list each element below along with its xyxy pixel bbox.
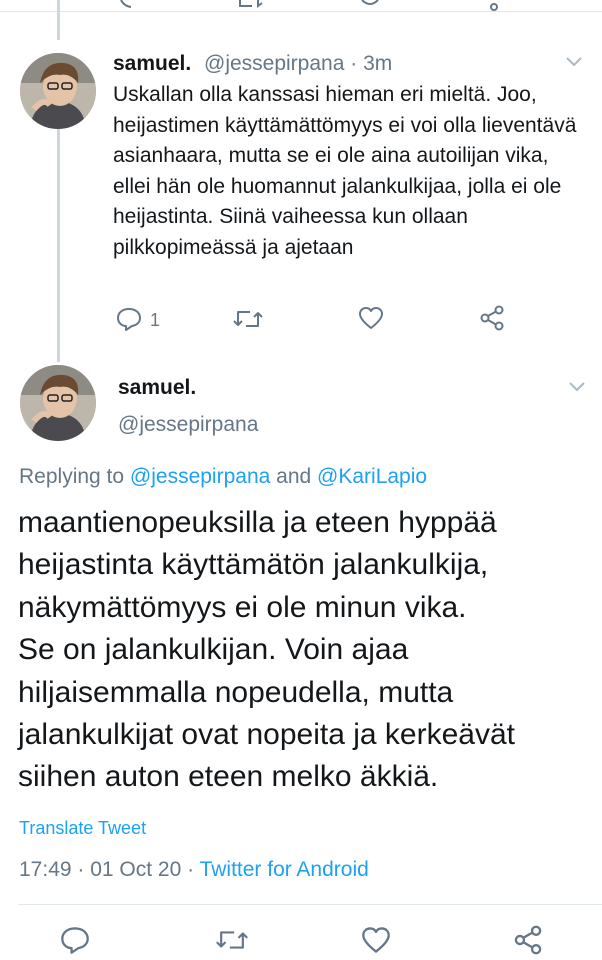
- cutoff-retweet-icon[interactable]: [238, 0, 264, 10]
- avatar-main[interactable]: [20, 365, 96, 441]
- mention-jessepirpana[interactable]: @jessepirpana: [130, 465, 270, 488]
- client-link[interactable]: Twitter for Android: [200, 858, 369, 881]
- replying-prefix: Replying to: [19, 465, 130, 488]
- reply-icon[interactable]: [116, 306, 142, 332]
- share-icon[interactable]: [479, 305, 505, 331]
- like-icon[interactable]: [358, 306, 384, 330]
- tweet-line: heijastinta käyttämätön jalankulkija,: [18, 548, 489, 582]
- tweet-time: 3m: [363, 52, 393, 75]
- mention-karilapio[interactable]: @KariLapio: [317, 465, 427, 488]
- action-divider: [18, 904, 602, 905]
- cutoff-like-icon[interactable]: [360, 0, 380, 10]
- cutoff-share-icon[interactable]: [486, 0, 500, 12]
- tweet-line: näkymättömyys ei ole minun vika.: [18, 590, 467, 624]
- tweet-line: siihen auton eteen melko äkkiä.: [18, 760, 439, 794]
- chevron-down-icon-main[interactable]: [568, 381, 586, 393]
- timestamp: 17:49 · 01 Oct 20 ·: [19, 858, 200, 881]
- separator: ·: [350, 52, 358, 75]
- share-icon-main[interactable]: [513, 925, 543, 955]
- retweet-icon-main[interactable]: [214, 927, 250, 953]
- handle-main[interactable]: @jessepirpana: [118, 413, 258, 437]
- like-icon-main[interactable]: [361, 926, 391, 954]
- thread-line-top: [57, 0, 60, 40]
- tweet-line: maantienopeuksilla ja eteen hyppää: [18, 506, 497, 539]
- reply-icon-main[interactable]: [60, 925, 90, 955]
- timestamp-row: 17:49 · 01 Oct 20 · Twitter for Android: [19, 858, 369, 882]
- tweet-line: jalankulkijat ovat nopeita ja kerkeävät: [18, 718, 515, 752]
- replying-to: Replying to @jessepirpana and @KariLapio: [19, 465, 427, 489]
- replying-and: and: [270, 465, 318, 488]
- display-name[interactable]: samuel.: [113, 52, 191, 76]
- reply-count: 1: [150, 310, 161, 330]
- handle[interactable]: @jessepirpana: [204, 52, 344, 75]
- tweet-line: Se on jalankulkijan. Voin ajaa: [18, 633, 409, 667]
- cutoff-reply-icon[interactable]: [120, 0, 132, 8]
- retweet-icon[interactable]: [232, 307, 264, 331]
- thread-line: [57, 124, 60, 362]
- translate-tweet-link[interactable]: Translate Tweet: [19, 818, 146, 839]
- tweet-text: Uskallan olla kanssasi hieman eri mieltä…: [113, 83, 577, 259]
- tweet-line: hiljaisemmalla nopeudella, mutta: [18, 675, 454, 709]
- main-tweet-text: maantienopeuksilla ja eteen hyppää heija…: [18, 502, 598, 799]
- avatar[interactable]: [20, 53, 96, 129]
- display-name-main[interactable]: samuel.: [118, 376, 196, 400]
- handle-and-time: @jessepirpana · 3m: [204, 52, 392, 76]
- top-divider: [0, 11, 602, 12]
- chevron-down-icon[interactable]: [565, 56, 583, 68]
